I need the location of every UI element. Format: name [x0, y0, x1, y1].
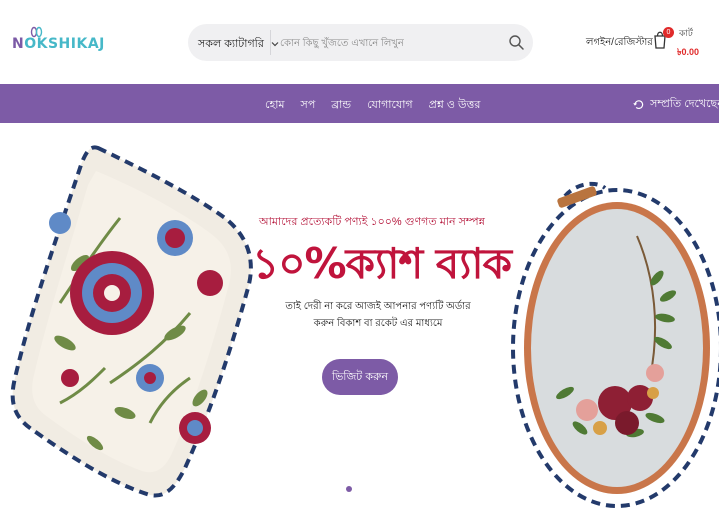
- nav-item-shop[interactable]: সপ: [301, 96, 316, 115]
- hero-headline: ১০%ক্যাশ ব্যাক: [252, 239, 512, 288]
- nav-menu: হোম সপ ব্রান্ড যোগাযোগ প্রশ্ন ও উত্তর: [265, 96, 496, 115]
- nav-item-brand[interactable]: ব্রান্ড: [331, 96, 351, 115]
- recently-viewed-dropdown[interactable]: সম্প্রতি দেখেছেন: [633, 95, 719, 114]
- hero-description: তাই দেরী না করে আজই আপনার পণ্যটি অর্ডার …: [278, 298, 478, 332]
- recently-viewed-label: সম্প্রতি দেখেছেন: [650, 98, 719, 110]
- hero-description-line-2: করুন বিকাশ বা রকেট এর মাধ্যমে: [313, 318, 443, 329]
- slider-dot-active[interactable]: [346, 486, 352, 492]
- search-bar: সকল ক্যাটাগরি: [188, 24, 533, 61]
- login-register-link[interactable]: লগইন/রেজিস্টার: [586, 35, 653, 52]
- main-nav: হোম সপ ব্রান্ড যোগাযোগ প্রশ্ন ও উত্তর সম…: [0, 84, 719, 123]
- logo-text: NOKSHIKAJ: [12, 36, 105, 52]
- site-header: NOKSHIKAJ সকল ক্যাটাগরি লগইন/রেজিস্টার 0…: [0, 0, 719, 84]
- history-icon: [633, 99, 644, 109]
- embroidery-hoop-image: [511, 181, 719, 508]
- logo-text-rest: OKSHIKAJ: [24, 36, 105, 52]
- hero-description-line-1: তাই দেরী না করে আজই আপনার পণ্যটি অর্ডার: [285, 301, 471, 312]
- site-logo[interactable]: NOKSHIKAJ: [12, 26, 105, 60]
- embroidered-pillow-image: [10, 145, 253, 498]
- search-input[interactable]: [280, 33, 490, 53]
- hero-tagline: আমাদের প্রত্যেকটি পণ্যই ১০০% গুণগত মান স…: [259, 216, 485, 228]
- search-divider: [270, 30, 271, 55]
- cart-count-badge: 0: [663, 27, 674, 38]
- category-select[interactable]: সকল ক্যাটাগরি: [198, 35, 280, 54]
- cart-amount: ৳0.00: [677, 47, 699, 57]
- nav-item-home[interactable]: হোম: [265, 96, 285, 115]
- cart-label: কার্ট: [679, 28, 693, 38]
- nav-item-faq[interactable]: প্রশ্ন ও উত্তর: [429, 96, 481, 115]
- logo-text-first: N: [12, 36, 25, 52]
- search-icon[interactable]: [508, 34, 525, 51]
- category-select-label: সকল ক্যাটাগরি: [198, 38, 264, 50]
- visit-button[interactable]: ভিজিট করুন: [322, 359, 398, 395]
- hero-slider: আমাদের প্রত্যেকটি পণ্যই ১০০% গুণগত মান স…: [0, 123, 719, 518]
- nav-item-contact[interactable]: যোগাযোগ: [367, 96, 413, 115]
- chevron-down-icon: [271, 42, 279, 47]
